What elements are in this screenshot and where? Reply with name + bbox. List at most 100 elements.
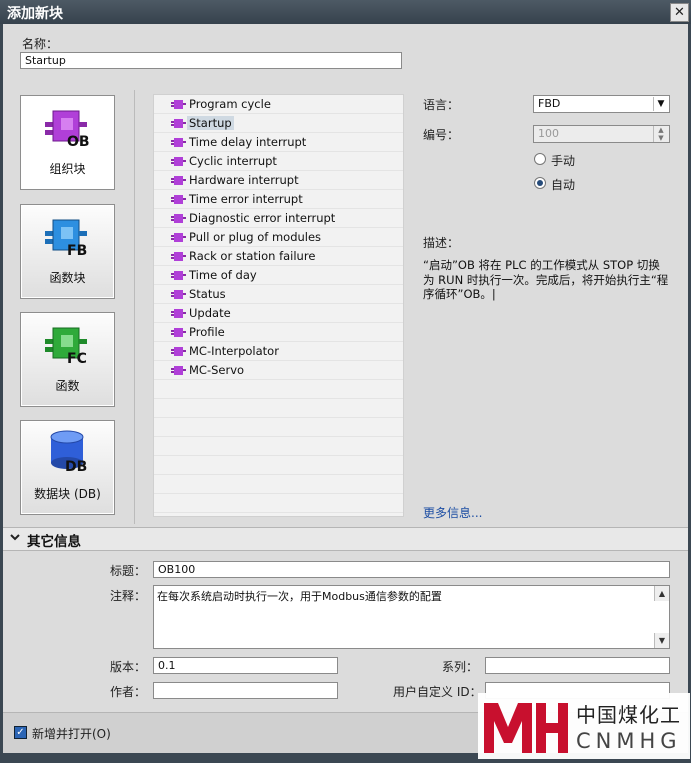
name-input[interactable]: Startup bbox=[20, 52, 402, 69]
list-item-label: Program cycle bbox=[189, 97, 271, 111]
list-item-label: Profile bbox=[189, 325, 225, 339]
empty-list-row bbox=[154, 418, 403, 437]
ob-block-icon bbox=[171, 347, 186, 356]
list-item-label: MC-Servo bbox=[189, 363, 245, 377]
empty-list-row bbox=[154, 380, 403, 399]
version-input[interactable]: 0.1 bbox=[153, 657, 338, 674]
fb-block-icon: FB bbox=[45, 219, 87, 257]
list-item[interactable]: MC-Servo bbox=[154, 361, 403, 380]
data-block-button[interactable]: DB 数据块 (DB) bbox=[20, 420, 115, 515]
comment-textarea[interactable]: 在每次系统启动时执行一次，用于Modbus通信参数的配置 ▲ ▼ bbox=[153, 585, 670, 649]
author-label: 作者： bbox=[110, 685, 147, 699]
auto-label: 自动 bbox=[551, 178, 576, 192]
ob-block-icon bbox=[171, 328, 186, 337]
scroll-down-icon[interactable]: ▼ bbox=[654, 633, 669, 648]
function-label: 函数 bbox=[55, 379, 80, 393]
svg-text:FC: FC bbox=[67, 351, 87, 365]
svg-text:OB: OB bbox=[67, 134, 90, 148]
close-button[interactable]: ✕ bbox=[670, 3, 689, 22]
divider bbox=[134, 90, 135, 524]
ob-block-icon bbox=[171, 119, 186, 128]
list-item-label: Cyclic interrupt bbox=[189, 154, 277, 168]
language-value: FBD bbox=[538, 97, 561, 110]
other-info-header[interactable]: 其它信息 bbox=[3, 527, 688, 551]
manual-label: 手动 bbox=[551, 154, 576, 168]
list-item[interactable]: Program cycle bbox=[154, 95, 403, 114]
scroll-up-icon[interactable]: ▲ bbox=[654, 586, 669, 601]
list-item[interactable]: MC-Interpolator bbox=[154, 342, 403, 361]
list-item[interactable]: Cyclic interrupt bbox=[154, 152, 403, 171]
list-item-label: MC-Interpolator bbox=[189, 344, 279, 358]
family-label: 系列： bbox=[442, 660, 479, 674]
empty-list-row bbox=[154, 475, 403, 494]
manual-radio[interactable] bbox=[534, 153, 546, 165]
list-item[interactable]: Profile bbox=[154, 323, 403, 342]
title-bar: 添加新块 ✕ bbox=[0, 0, 691, 24]
description-label: 描述： bbox=[423, 236, 460, 250]
auto-radio[interactable] bbox=[534, 177, 546, 189]
list-item[interactable]: Hardware interrupt bbox=[154, 171, 403, 190]
list-item[interactable]: Time error interrupt bbox=[154, 190, 403, 209]
list-item[interactable]: Status bbox=[154, 285, 403, 304]
list-item[interactable]: Time delay interrupt bbox=[154, 133, 403, 152]
version-label: 版本： bbox=[110, 660, 147, 674]
empty-list-row bbox=[154, 456, 403, 475]
description-text: “启动”OB 将在 PLC 的工作模式从 STOP 切换为 RUN 时执行一次。… bbox=[423, 258, 669, 301]
language-label: 语言： bbox=[423, 98, 460, 112]
empty-list-row bbox=[154, 437, 403, 456]
number-input[interactable]: 100 ▲ ▼ bbox=[533, 125, 670, 143]
list-item[interactable]: Startup bbox=[154, 114, 403, 133]
list-item[interactable]: Pull or plug of modules bbox=[154, 228, 403, 247]
svg-text:DB: DB bbox=[65, 459, 87, 475]
list-item-label: Rack or station failure bbox=[189, 249, 316, 263]
empty-list-row bbox=[154, 399, 403, 418]
function-block-button[interactable]: FB 函数块 bbox=[20, 204, 115, 299]
family-input[interactable] bbox=[485, 657, 670, 674]
ob-block-icon bbox=[171, 176, 186, 185]
data-block-label: 数据块 (DB) bbox=[34, 487, 101, 501]
org-block-button[interactable]: OB 组织块 bbox=[20, 95, 115, 190]
list-item-label: Status bbox=[189, 287, 226, 301]
function-button[interactable]: FC 函数 bbox=[20, 312, 115, 407]
ob-block-icon bbox=[171, 100, 186, 109]
comment-value: 在每次系统启动时执行一次，用于Modbus通信参数的配置 bbox=[157, 590, 442, 603]
list-item[interactable]: Time of day bbox=[154, 266, 403, 285]
list-item[interactable]: Update bbox=[154, 304, 403, 323]
add-open-checkbox[interactable]: ✓ bbox=[14, 726, 27, 739]
ob-block-icon bbox=[171, 271, 186, 280]
language-select[interactable]: FBD ▼ bbox=[533, 95, 670, 113]
ob-block-icon bbox=[171, 252, 186, 261]
list-item-label: Diagnostic error interrupt bbox=[189, 211, 336, 225]
title-label: 标题： bbox=[110, 564, 147, 578]
user-id-label: 用户自定义 ID： bbox=[393, 685, 482, 699]
section-title: 其它信息 bbox=[27, 534, 81, 550]
watermark-cn: 中国煤化工 bbox=[576, 703, 681, 727]
list-item-label: Pull or plug of modules bbox=[189, 230, 322, 244]
ob-type-list[interactable]: Program cycle Startup Time delay interrupt… bbox=[153, 94, 404, 517]
list-item-label: Update bbox=[189, 306, 231, 320]
list-item-label: Time of day bbox=[189, 268, 257, 282]
spinner-icon[interactable]: ▲ ▼ bbox=[653, 126, 668, 142]
more-info-link[interactable]: 更多信息... bbox=[423, 504, 482, 521]
watermark-en: CNMHG bbox=[576, 729, 682, 753]
chevron-down-icon[interactable] bbox=[9, 531, 21, 545]
chevron-down-icon[interactable]: ▼ bbox=[653, 97, 668, 111]
comment-label: 注释： bbox=[110, 589, 147, 603]
author-input[interactable] bbox=[153, 682, 338, 699]
ob-block-icon bbox=[171, 233, 186, 242]
list-item-label: Time delay interrupt bbox=[189, 135, 307, 149]
list-item-label: Hardware interrupt bbox=[189, 173, 299, 187]
db-cylinder-icon: DB bbox=[50, 430, 87, 475]
name-label: 名称： bbox=[22, 37, 59, 51]
list-item[interactable]: Diagnostic error interrupt bbox=[154, 209, 403, 228]
mh-logo-icon bbox=[484, 703, 568, 753]
list-item[interactable]: Rack or station failure bbox=[154, 247, 403, 266]
function-block-label: 函数块 bbox=[49, 271, 86, 285]
ob-block-icon: OB bbox=[45, 110, 90, 148]
number-value: 100 bbox=[538, 127, 559, 140]
number-label: 编号： bbox=[423, 128, 460, 142]
ob-block-icon bbox=[171, 366, 186, 375]
ob-block-icon bbox=[171, 157, 186, 166]
fc-block-icon: FC bbox=[45, 327, 87, 365]
title-input[interactable]: OB100 bbox=[153, 561, 670, 578]
